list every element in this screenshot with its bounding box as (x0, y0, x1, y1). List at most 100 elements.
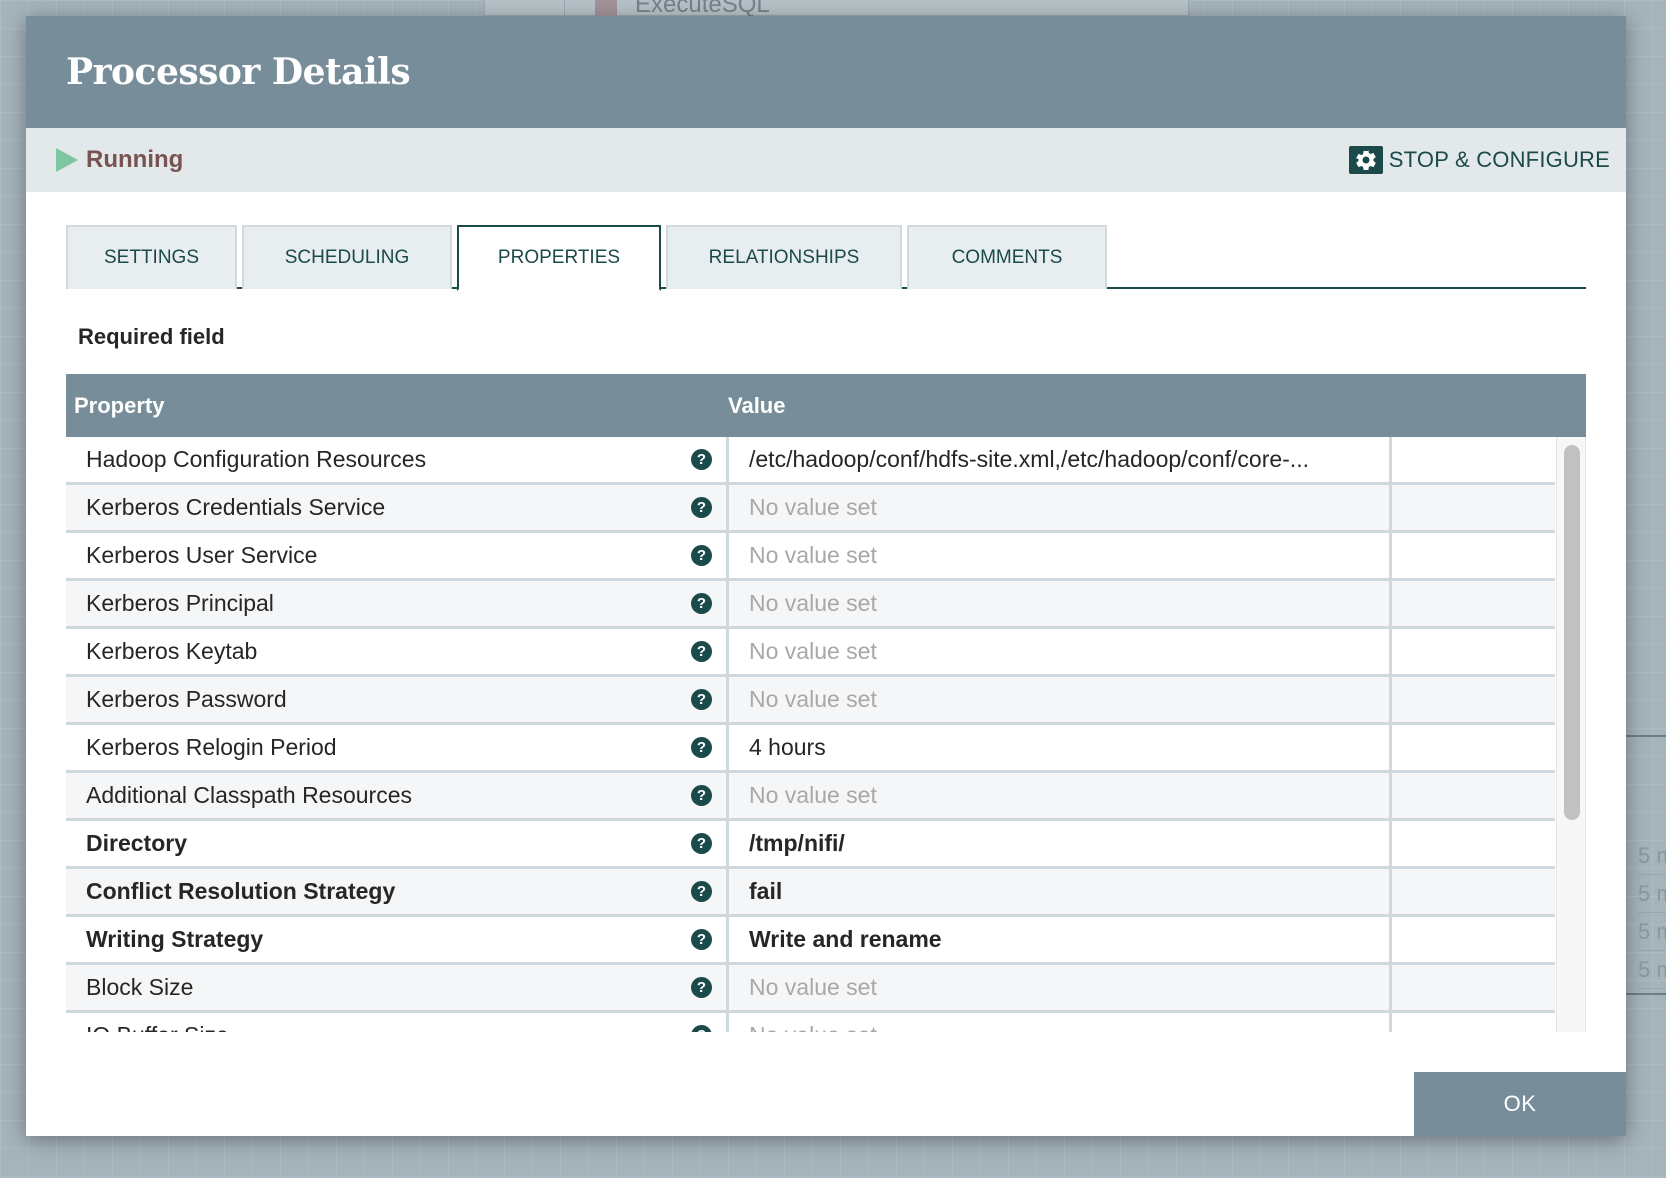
property-value-cell[interactable]: fail (729, 869, 1392, 914)
property-value-cell[interactable]: 4 hours (729, 725, 1392, 770)
table-row[interactable]: Hadoop Configuration Resources? /etc/hado… (66, 437, 1555, 485)
row-actions-cell (1392, 773, 1555, 818)
property-name: Kerberos Keytab (86, 638, 258, 664)
property-value-cell[interactable]: No value set (729, 965, 1392, 1010)
help-icon[interactable]: ? (691, 833, 712, 854)
property-value-cell[interactable]: No value set (729, 773, 1392, 818)
stop-and-configure-button[interactable]: STOP & CONFIGURE (1348, 146, 1610, 174)
row-actions-cell (1392, 677, 1555, 722)
help-icon[interactable]: ? (691, 977, 712, 998)
scrollbar-thumb[interactable] (1564, 445, 1580, 820)
row-actions-cell (1392, 1013, 1555, 1032)
run-status: Running (86, 146, 184, 173)
processor-name: ExecuteSQL (635, 0, 770, 18)
property-value-cell[interactable]: /etc/hadoop/conf/hdfs-site.xml,/etc/hado… (729, 437, 1392, 482)
help-icon[interactable]: ? (691, 593, 712, 614)
property-value: No value set (749, 686, 877, 712)
processor-details-dialog: Processor Details Running STOP & CONFIGU… (26, 16, 1626, 1136)
row-actions-cell (1392, 821, 1555, 866)
table-row[interactable]: Kerberos Relogin Period? 4 hours (66, 725, 1555, 773)
property-name-cell: Directory? (66, 821, 729, 866)
help-icon[interactable]: ? (691, 689, 712, 710)
property-value-cell[interactable]: No value set (729, 533, 1392, 578)
property-value: No value set (749, 542, 877, 568)
processor-status-bar (595, 0, 617, 17)
help-icon[interactable]: ? (691, 497, 712, 518)
row-actions-cell (1392, 629, 1555, 674)
property-value-cell[interactable]: No value set (729, 677, 1392, 722)
row-actions-cell (1392, 725, 1555, 770)
gear-icon (1348, 146, 1383, 174)
property-name-cell: Kerberos Credentials Service? (66, 485, 729, 530)
table-row[interactable]: Kerberos Credentials Service? No value se… (66, 485, 1555, 533)
dialog-header: Processor Details (26, 16, 1626, 128)
table-body: Hadoop Configuration Resources? /etc/hado… (66, 437, 1586, 1032)
table-row[interactable]: Writing Strategy? Write and rename (66, 917, 1555, 965)
row-actions-cell (1392, 437, 1555, 482)
property-name-cell: Kerberos Relogin Period? (66, 725, 729, 770)
tab-scheduling[interactable]: SCHEDULING (242, 225, 452, 289)
table-header: Property Value (66, 374, 1586, 437)
help-icon[interactable]: ? (691, 785, 712, 806)
background-cell: 5 m (1638, 837, 1666, 875)
property-name: Kerberos Relogin Period (86, 734, 337, 760)
table-row[interactable]: Block Size? No value set (66, 965, 1555, 1013)
background-panel: 5 m 5 m 5 m 5 m (1626, 735, 1666, 995)
table-row[interactable]: Kerberos User Service? No value set (66, 533, 1555, 581)
background-processor: ExecuteSQL (484, 0, 1189, 18)
help-icon[interactable]: ? (691, 737, 712, 758)
help-icon[interactable]: ? (691, 881, 712, 902)
property-name: Block Size (86, 974, 194, 1000)
property-value: No value set (749, 494, 877, 520)
row-actions-cell (1392, 965, 1555, 1010)
property-name: Kerberos User Service (86, 542, 318, 568)
property-value: No value set (749, 782, 877, 808)
help-icon[interactable]: ? (691, 545, 712, 566)
table-row[interactable]: Kerberos Principal? No value set (66, 581, 1555, 629)
property-value-cell[interactable]: No value set (729, 629, 1392, 674)
help-icon[interactable]: ? (691, 449, 712, 470)
property-name-cell: Kerberos User Service? (66, 533, 729, 578)
property-name: Kerberos Credentials Service (86, 494, 386, 520)
property-value: No value set (749, 1022, 877, 1032)
table-row[interactable]: Kerberos Password? No value set (66, 677, 1555, 725)
property-name: Kerberos Principal (86, 590, 274, 616)
tab-settings[interactable]: SETTINGS (66, 225, 237, 289)
ok-button[interactable]: OK (1414, 1072, 1626, 1136)
background-cell: 5 m (1638, 875, 1666, 913)
tab-comments[interactable]: COMMENTS (907, 225, 1107, 289)
property-value-cell[interactable]: No value set (729, 581, 1392, 626)
table-row[interactable]: Directory? /tmp/nifi/ (66, 821, 1555, 869)
property-name: Additional Classpath Resources (86, 782, 413, 808)
tab-properties[interactable]: PROPERTIES (457, 225, 661, 291)
property-name-cell: Kerberos Password? (66, 677, 729, 722)
property-value: No value set (749, 638, 877, 664)
help-icon[interactable]: ? (691, 1025, 712, 1032)
table-row[interactable]: IO Buffer Size? No value set (66, 1013, 1555, 1032)
property-value-cell[interactable]: Write and rename (729, 917, 1392, 962)
table-row[interactable]: Additional Classpath Resources? No value … (66, 773, 1555, 821)
property-name: Directory (86, 830, 187, 856)
table-row[interactable]: Kerberos Keytab? No value set (66, 629, 1555, 677)
property-value-cell[interactable]: /tmp/nifi/ (729, 821, 1392, 866)
help-icon[interactable]: ? (691, 929, 712, 950)
table-row[interactable]: Conflict Resolution Strategy? fail (66, 869, 1555, 917)
property-value: fail (749, 878, 783, 904)
property-value: /tmp/nifi/ (749, 830, 845, 856)
help-icon[interactable]: ? (691, 641, 712, 662)
tab-relationships[interactable]: RELATIONSHIPS (666, 225, 902, 289)
play-icon (56, 148, 78, 172)
required-field-label: Required field (78, 324, 225, 349)
property-value-cell[interactable]: No value set (729, 1013, 1392, 1032)
property-name: Writing Strategy (86, 926, 264, 952)
properties-table: Property Value Hadoop Configuration Reso… (66, 374, 1586, 1032)
table-scrollbar[interactable] (1556, 437, 1586, 1032)
processor-icon (505, 0, 565, 17)
column-header-value[interactable]: Value (728, 393, 785, 419)
property-value: No value set (749, 590, 877, 616)
property-name-cell: Additional Classpath Resources? (66, 773, 729, 818)
property-value-cell[interactable]: No value set (729, 485, 1392, 530)
property-value: Write and rename (749, 926, 942, 952)
column-header-property[interactable]: Property (66, 393, 728, 419)
property-name-cell: Conflict Resolution Strategy? (66, 869, 729, 914)
